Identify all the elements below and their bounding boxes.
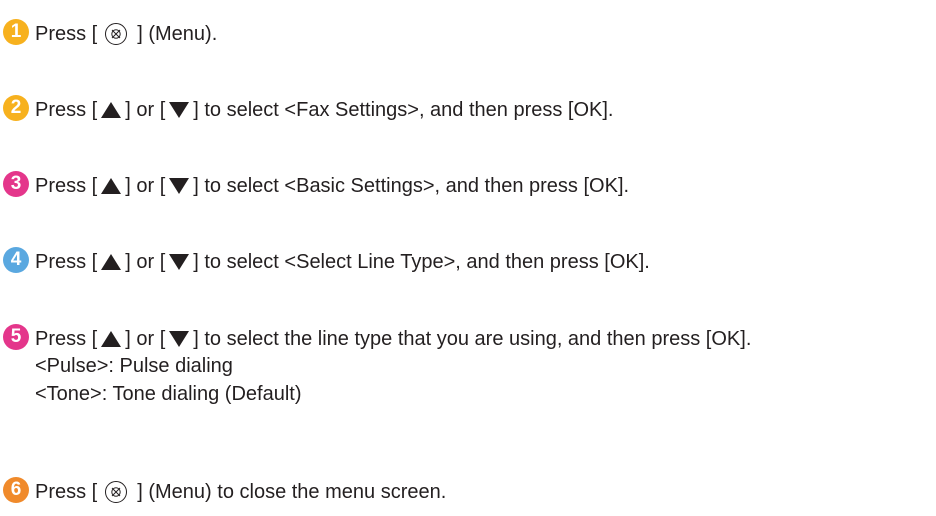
up-triangle-icon <box>101 330 122 347</box>
option-pulse: <Pulse>: Pulse dialing <box>35 355 233 377</box>
step-number-badge: 2 <box>3 95 29 121</box>
step-number-badge: 4 <box>3 247 29 273</box>
step-number-badge: 5 <box>3 324 29 350</box>
step-number-badge: 6 <box>3 477 29 503</box>
step-text-after: ] to select the line type that you are u… <box>193 327 752 350</box>
step-text-before: Press [ <box>35 480 98 503</box>
option-tone: <Tone>: Tone dialing (Default) <box>35 383 302 405</box>
step-text-after: ] (Menu). <box>137 22 218 45</box>
step-4: 4 Press [ ] or [ ] to select <Select Lin… <box>3 247 650 275</box>
step-text-before: Press [ <box>35 98 98 121</box>
step-3: 3 Press [ ] or [ ] to select <Basic Sett… <box>3 171 630 199</box>
step-text-before: Press [ <box>35 250 98 273</box>
step-text-mid: ] or [ <box>125 250 166 273</box>
down-triangle-icon <box>169 330 190 347</box>
up-triangle-icon <box>101 253 122 270</box>
step-text-after: ] (Menu) to close the menu screen. <box>137 480 447 503</box>
menu-icon <box>105 480 128 503</box>
up-triangle-icon <box>101 101 122 118</box>
down-triangle-icon <box>169 253 190 270</box>
menu-icon <box>105 22 128 45</box>
step-5: 5 Press [ ] or [ ] to select the line ty… <box>3 324 752 408</box>
step-text-before: Press [ <box>35 174 98 197</box>
step-text-after: ] to select <Basic Settings>, and then p… <box>193 174 630 197</box>
step-2: 2 Press [ ] or [ ] to select <Fax Settin… <box>3 95 614 123</box>
down-triangle-icon <box>169 101 190 118</box>
step-text-mid: ] or [ <box>125 98 166 121</box>
step-text-after: ] to select <Fax Settings>, and then pre… <box>193 98 614 121</box>
step-text-after: ] to select <Select Line Type>, and then… <box>193 250 650 273</box>
step-number-badge: 3 <box>3 171 29 197</box>
step-number-badge: 1 <box>3 19 29 45</box>
step-6: 6 Press [ ] (Menu) to close the menu scr… <box>3 477 447 505</box>
step-text-mid: ] or [ <box>125 174 166 197</box>
step-text-before: Press [ <box>35 22 98 45</box>
down-triangle-icon <box>169 177 190 194</box>
step-1: 1 Press [ ] (Menu). <box>3 19 218 47</box>
step-text-mid: ] or [ <box>125 327 166 350</box>
step-text-before: Press [ <box>35 327 98 350</box>
up-triangle-icon <box>101 177 122 194</box>
